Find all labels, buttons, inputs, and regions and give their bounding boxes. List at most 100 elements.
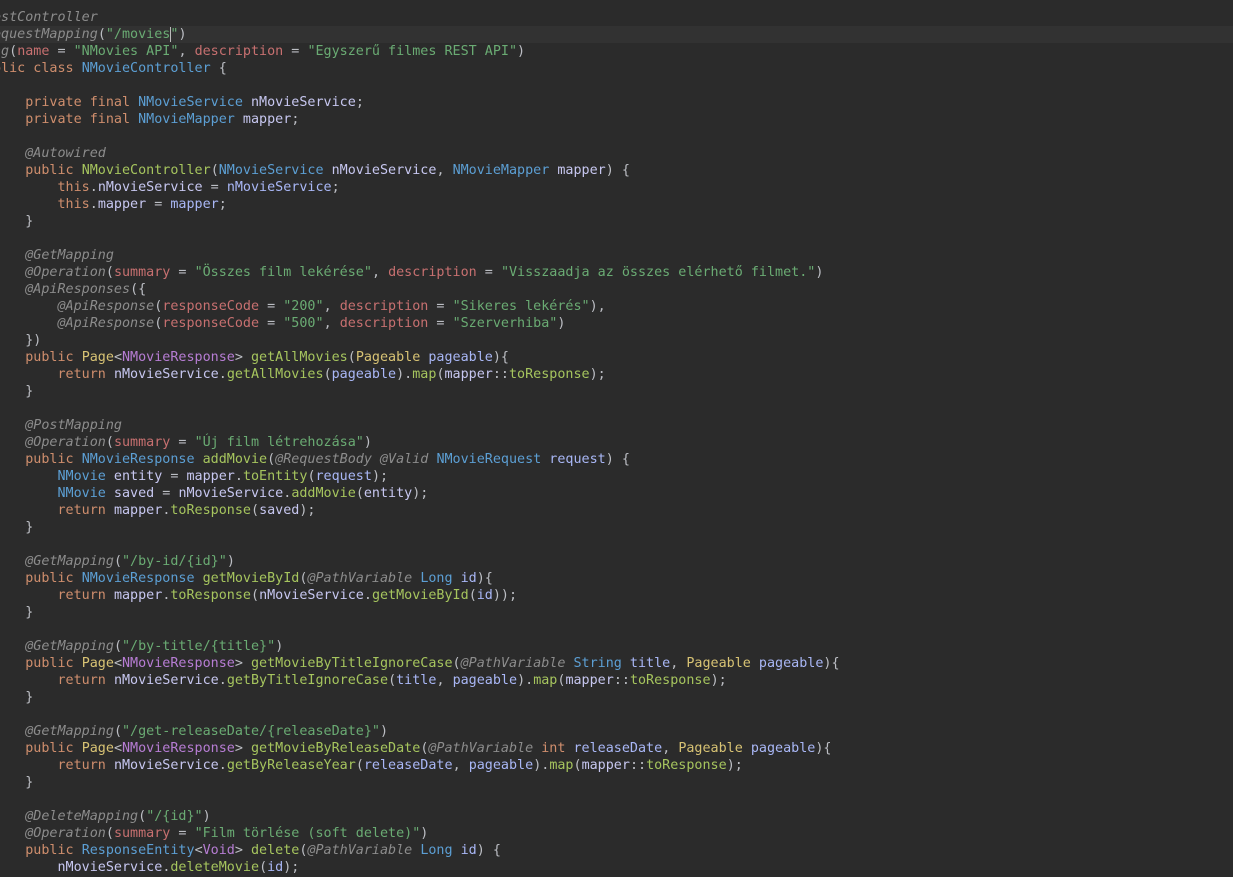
code-line[interactable]: @GetMapping("/get-releaseDate/{releaseDa… bbox=[0, 723, 1233, 740]
code-line[interactable]: @GetMapping("/by-title/{title}") bbox=[0, 638, 1233, 655]
code-line[interactable]: @PostMapping bbox=[0, 417, 1233, 434]
code-token: public bbox=[0, 163, 82, 178]
code-token: pageable bbox=[742, 741, 816, 756]
code-line[interactable]: @Autowired bbox=[0, 145, 1233, 162]
code-line[interactable]: @ApiResponse(responseCode = "500", descr… bbox=[0, 315, 1233, 332]
code-token: NMovieService bbox=[138, 95, 243, 110]
code-token: responseCode bbox=[162, 299, 260, 314]
code-token: @PathVariable bbox=[460, 656, 574, 671]
code-line[interactable] bbox=[0, 621, 1233, 638]
code-line[interactable] bbox=[0, 706, 1233, 723]
code-token: { bbox=[210, 61, 227, 76]
code-line[interactable]: @ApiResponses({ bbox=[0, 281, 1233, 298]
code-token: id bbox=[267, 860, 284, 875]
code-token: NMovieResponse bbox=[81, 452, 195, 467]
code-line[interactable]: @Operation(summary = "Új film létrehozás… bbox=[0, 434, 1233, 451]
code-token: ( bbox=[452, 656, 461, 671]
code-token: :: bbox=[629, 758, 647, 773]
code-token: summary bbox=[113, 265, 171, 280]
code-token: @PostMapping bbox=[0, 418, 122, 433]
code-line[interactable]: public NMovieController(NMovieService nM… bbox=[0, 162, 1233, 179]
code-token: NMovieResponse bbox=[122, 656, 235, 671]
code-line[interactable]: @Operation(summary = "Film törlése (soft… bbox=[0, 825, 1233, 842]
code-token: = bbox=[476, 265, 501, 280]
code-line[interactable] bbox=[0, 400, 1233, 417]
code-line[interactable] bbox=[0, 536, 1233, 553]
code-line[interactable] bbox=[0, 128, 1233, 145]
code-token: Pageable bbox=[686, 656, 751, 671]
code-token: ( bbox=[468, 588, 477, 603]
code-line[interactable]: NMovie saved = nMovieService.addMovie(en… bbox=[0, 485, 1233, 502]
code-token: ( bbox=[105, 435, 114, 450]
code-token: > bbox=[234, 741, 251, 756]
code-line[interactable]: return nMovieService.getByTitleIgnoreCas… bbox=[0, 672, 1233, 689]
code-editor[interactable]: estControllerequestMapping("/movies")ag(… bbox=[0, 0, 1233, 877]
code-token: ( bbox=[307, 469, 316, 484]
code-area[interactable]: estControllerequestMapping("/movies")ag(… bbox=[0, 9, 1233, 876]
code-token: Page bbox=[81, 656, 114, 671]
code-line[interactable]: return mapper.toResponse(saved); bbox=[0, 502, 1233, 519]
code-line[interactable]: } bbox=[0, 604, 1233, 621]
code-line[interactable]: @Operation(summary = "Összes film lekéré… bbox=[0, 264, 1233, 281]
code-line[interactable]: } bbox=[0, 519, 1233, 536]
code-line[interactable]: @DeleteMapping("/{id}") bbox=[0, 808, 1233, 825]
code-token: > bbox=[234, 350, 251, 365]
code-line[interactable]: return nMovieService.getByReleaseYear(re… bbox=[0, 757, 1233, 774]
code-token: = bbox=[170, 826, 195, 841]
code-token: equestMapping bbox=[0, 27, 98, 42]
code-token: nMovieService bbox=[113, 758, 219, 773]
code-token: summary bbox=[113, 435, 171, 450]
code-line[interactable]: nMovieService.deleteMovie(id); bbox=[0, 859, 1233, 876]
code-token: title bbox=[396, 673, 437, 688]
code-line[interactable]: }) bbox=[0, 332, 1233, 349]
code-line[interactable]: return mapper.toResponse(nMovieService.g… bbox=[0, 587, 1233, 604]
code-line[interactable]: this.mapper = mapper; bbox=[0, 196, 1233, 213]
code-token: description bbox=[339, 299, 429, 314]
code-line[interactable]: @ApiResponse(responseCode = "200", descr… bbox=[0, 298, 1233, 315]
code-token: private final bbox=[0, 112, 139, 127]
code-token: ( bbox=[355, 758, 364, 773]
code-line[interactable]: } bbox=[0, 689, 1233, 706]
code-token: ) bbox=[420, 826, 429, 841]
code-line[interactable]: @GetMapping("/by-id/{id}") bbox=[0, 553, 1233, 570]
code-token: , bbox=[436, 673, 453, 688]
code-line[interactable]: NMovie entity = mapper.toEntity(request)… bbox=[0, 468, 1233, 485]
code-line[interactable] bbox=[0, 230, 1233, 247]
code-token: ) { bbox=[605, 452, 630, 467]
code-token: toResponse bbox=[170, 588, 251, 603]
code-line[interactable]: @GetMapping bbox=[0, 247, 1233, 264]
code-token: name bbox=[17, 44, 50, 59]
code-line[interactable]: } bbox=[0, 213, 1233, 230]
code-line[interactable]: ag(name = "NMovies API", description = "… bbox=[0, 43, 1233, 60]
code-token: responseCode bbox=[162, 316, 260, 331]
code-token: ( bbox=[355, 486, 364, 501]
code-line[interactable]: private final NMovieMapper mapper; bbox=[0, 111, 1233, 128]
code-token: ); bbox=[299, 503, 316, 518]
code-line[interactable]: public Page<NMovieResponse> getAllMovies… bbox=[0, 349, 1233, 366]
code-line[interactable]: blic class NMovieController { bbox=[0, 60, 1233, 77]
code-line[interactable]: return nMovieService.getAllMovies(pageab… bbox=[0, 366, 1233, 383]
code-token: , bbox=[436, 163, 453, 178]
code-line[interactable] bbox=[0, 77, 1233, 94]
code-line[interactable]: } bbox=[0, 774, 1233, 791]
code-line[interactable]: private final NMovieService nMovieServic… bbox=[0, 94, 1233, 111]
code-token: public bbox=[0, 452, 82, 467]
code-line[interactable]: this.nMovieService = nMovieService; bbox=[0, 179, 1233, 196]
code-line[interactable]: } bbox=[0, 383, 1233, 400]
code-token: = bbox=[170, 435, 195, 450]
code-line[interactable]: public Page<NMovieResponse> getMovieByRe… bbox=[0, 740, 1233, 757]
code-token: ). bbox=[396, 367, 413, 382]
code-token: "Film törlése (soft delete)" bbox=[194, 826, 421, 841]
code-line[interactable]: equestMapping("/movies") bbox=[0, 26, 1233, 43]
code-line[interactable] bbox=[0, 791, 1233, 808]
code-line[interactable]: public NMovieResponse addMovie(@RequestB… bbox=[0, 451, 1233, 468]
code-line[interactable]: public Page<NMovieResponse> getMovieByTi… bbox=[0, 655, 1233, 672]
code-line[interactable]: public NMovieResponse getMovieById(@Path… bbox=[0, 570, 1233, 587]
code-token: ResponseEntity bbox=[81, 843, 195, 858]
code-token: ; bbox=[331, 180, 340, 195]
code-token: , bbox=[670, 656, 687, 671]
code-token: NMovieResponse bbox=[81, 571, 195, 586]
code-token: = bbox=[146, 197, 171, 212]
code-line[interactable]: estController bbox=[0, 9, 1233, 26]
code-line[interactable]: public ResponseEntity<Void> delete(@Path… bbox=[0, 842, 1233, 859]
